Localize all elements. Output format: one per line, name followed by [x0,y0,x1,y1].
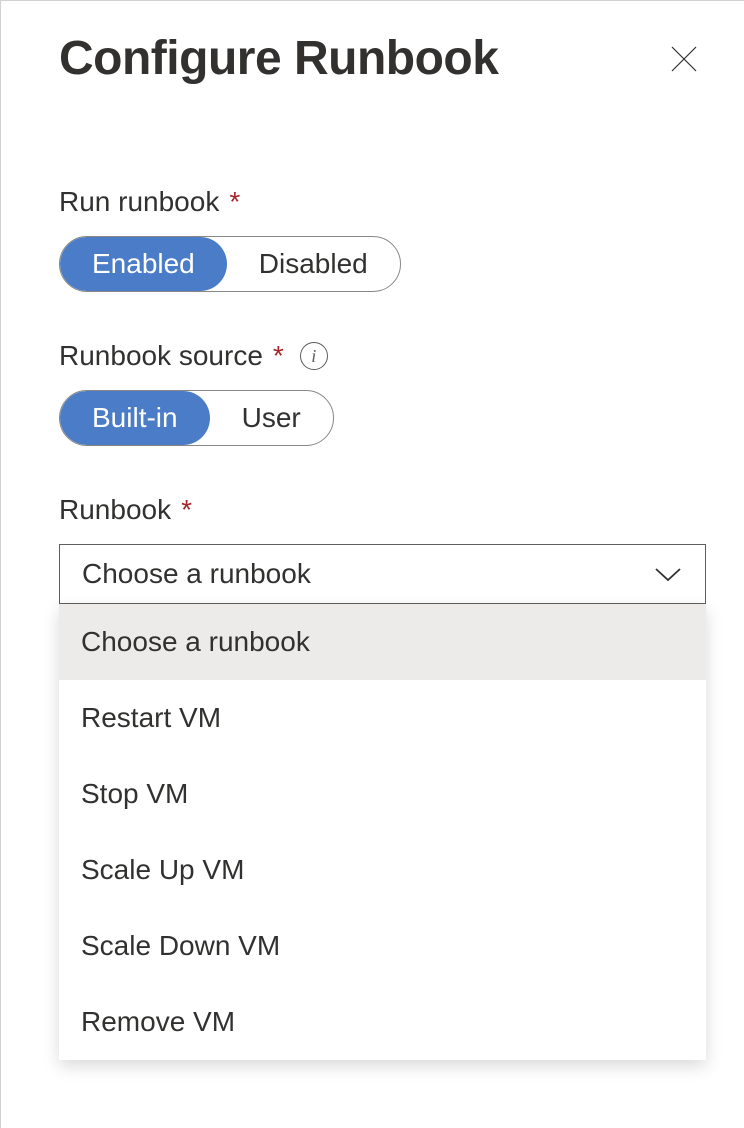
configure-runbook-panel: Configure Runbook Run runbook * Enabled … [0,0,744,1128]
dropdown-selected-value: Choose a runbook [82,558,311,590]
runbook-field: Runbook * Choose a runbook Choose a runb… [59,494,706,604]
label-text: Runbook [59,494,171,526]
required-indicator: * [273,340,284,372]
info-icon[interactable]: i [300,342,328,370]
dropdown-option-restart-vm[interactable]: Restart VM [59,680,706,756]
dropdown-option-remove-vm[interactable]: Remove VM [59,984,706,1060]
chevron-down-icon [653,565,683,583]
runbook-source-field: Runbook source * i Built-in User [59,340,706,446]
runbook-dropdown-list: Choose a runbook Restart VM Stop VM Scal… [59,604,706,1060]
runbook-label: Runbook * [59,494,706,526]
disabled-option[interactable]: Disabled [227,237,400,291]
close-icon [669,44,699,74]
decorative-edge [0,299,1,309]
panel-header: Configure Runbook [59,31,706,86]
run-runbook-field: Run runbook * Enabled Disabled [59,186,706,292]
run-runbook-label: Run runbook * [59,186,706,218]
dropdown-option-choose[interactable]: Choose a runbook [59,604,706,680]
runbook-dropdown[interactable]: Choose a runbook [59,544,706,604]
runbook-source-label: Runbook source * i [59,340,706,372]
label-text: Runbook source [59,340,263,372]
run-runbook-toggle: Enabled Disabled [59,236,401,292]
panel-title: Configure Runbook [59,31,498,86]
close-button[interactable] [662,37,706,81]
dropdown-option-stop-vm[interactable]: Stop VM [59,756,706,832]
dropdown-option-scale-down-vm[interactable]: Scale Down VM [59,908,706,984]
user-option[interactable]: User [210,391,333,445]
required-indicator: * [229,186,240,218]
enabled-option[interactable]: Enabled [60,237,227,291]
builtin-option[interactable]: Built-in [60,391,210,445]
label-text: Run runbook [59,186,219,218]
required-indicator: * [181,494,192,526]
runbook-dropdown-wrapper: Choose a runbook Choose a runbook Restar… [59,544,706,604]
dropdown-option-scale-up-vm[interactable]: Scale Up VM [59,832,706,908]
runbook-source-toggle: Built-in User [59,390,334,446]
